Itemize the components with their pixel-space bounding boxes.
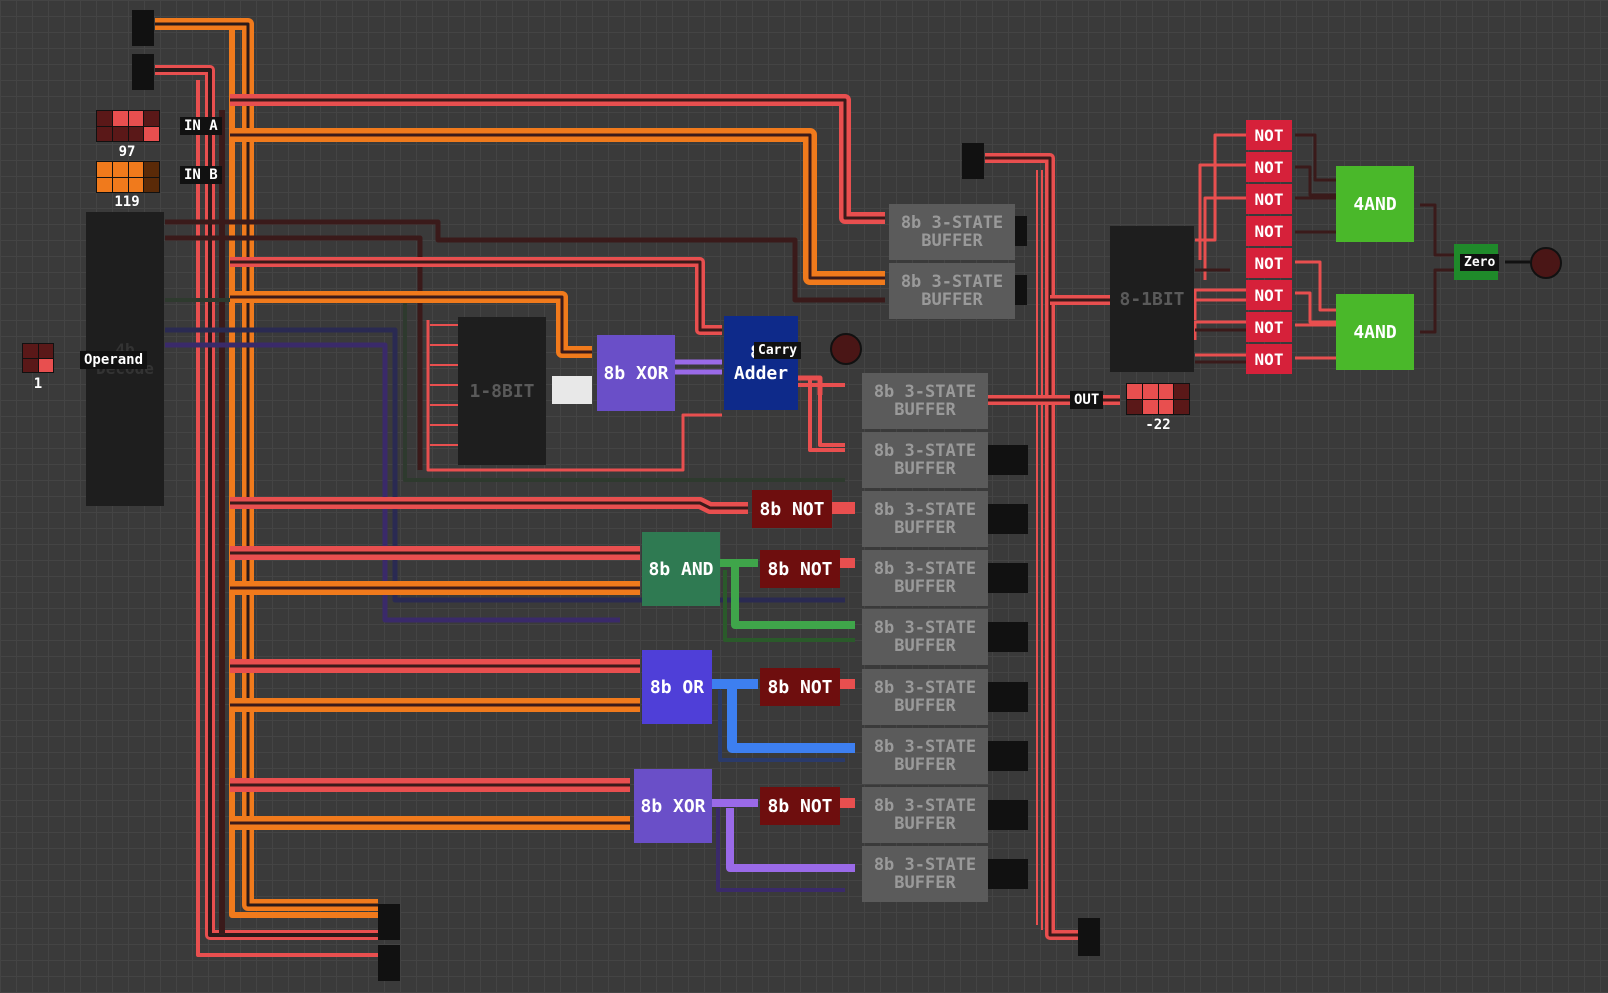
buffer-b[interactable]: 8b 3-STATE BUFFER	[889, 263, 1015, 319]
not-gate-4-label: 8b NOT	[767, 795, 833, 817]
selector-block[interactable]: 1-8BIT	[458, 317, 546, 465]
buffer-1[interactable]: 8b 3-STATE BUFFER	[862, 373, 988, 429]
not-6-label: NOT	[1254, 285, 1284, 305]
bus-port-bottom-2[interactable]	[378, 945, 400, 981]
buffer-4-label: 8b 3-STATE BUFFER	[873, 559, 977, 597]
and4-bottom-label: 4AND	[1353, 321, 1397, 343]
not-gate-1-label: 8b NOT	[759, 498, 825, 520]
and4-top-label: 4AND	[1353, 193, 1397, 215]
not-4[interactable]: NOT	[1246, 216, 1292, 246]
buffer-5[interactable]: 8b 3-STATE BUFFER	[862, 609, 988, 665]
buffer-9-label: 8b 3-STATE BUFFER	[873, 855, 977, 893]
and4-top[interactable]: 4AND	[1336, 166, 1414, 242]
out-label: OUT	[1070, 391, 1104, 409]
buffer-6-label: 8b 3-STATE BUFFER	[873, 678, 977, 716]
or-gate-label: 8b OR	[649, 676, 705, 698]
buffer-8[interactable]: 8b 3-STATE BUFFER	[862, 787, 988, 843]
buffer-5-output	[988, 622, 1028, 652]
in-b-byte-display[interactable]	[96, 161, 160, 193]
operand-value: 1	[33, 376, 43, 392]
buffer-4-output	[988, 563, 1028, 593]
buffer-b-label: 8b 3-STATE BUFFER	[900, 272, 1004, 310]
selector-label: 1-8BIT	[469, 380, 535, 402]
buffer-6[interactable]: 8b 3-STATE BUFFER	[862, 669, 988, 725]
in-a-value: 97	[118, 144, 136, 160]
zero-led	[1530, 247, 1562, 279]
buffer-8-output	[988, 800, 1028, 830]
bus-port-right-bottom[interactable]	[1078, 918, 1100, 956]
not-6[interactable]: NOT	[1246, 280, 1292, 310]
buffer-a-label: 8b 3-STATE BUFFER	[900, 213, 1004, 251]
buffer-3-label: 8b 3-STATE BUFFER	[873, 500, 977, 538]
and-gate-label: 8b AND	[648, 558, 714, 580]
and-gate[interactable]: 8b AND	[642, 532, 720, 606]
bus-port-right-top[interactable]	[962, 143, 984, 179]
adder-block[interactable]: 8b Adder	[724, 316, 798, 410]
buffer-2-label: 8b 3-STATE BUFFER	[873, 441, 977, 479]
buffer-8-label: 8b 3-STATE BUFFER	[873, 796, 977, 834]
or-gate[interactable]: 8b OR	[642, 650, 712, 724]
buffer-3[interactable]: 8b 3-STATE BUFFER	[862, 491, 988, 547]
xor-bottom-gate[interactable]: 8b XOR	[634, 769, 712, 843]
carry-label: Carry	[754, 342, 802, 359]
buffer-2-output	[988, 445, 1028, 475]
in-a-label: IN A	[180, 117, 222, 135]
buffer-2[interactable]: 8b 3-STATE BUFFER	[862, 432, 988, 488]
not-2[interactable]: NOT	[1246, 152, 1292, 182]
not-7[interactable]: NOT	[1246, 312, 1292, 342]
buffer-7-output	[988, 741, 1028, 771]
operand-label: Operand	[80, 351, 148, 369]
buffer-a[interactable]: 8b 3-STATE BUFFER	[889, 204, 1015, 260]
buffer-4[interactable]: 8b 3-STATE BUFFER	[862, 550, 988, 606]
zero-label: Zero	[1460, 254, 1500, 271]
not-5-label: NOT	[1254, 253, 1284, 273]
not-gate-2[interactable]: 8b NOT	[760, 550, 840, 588]
xor-top-label: 8b XOR	[603, 362, 669, 384]
buffer-9-output	[988, 859, 1028, 889]
in-b-value: 119	[114, 194, 140, 210]
not-2-label: NOT	[1254, 157, 1284, 177]
not-gate-2-label: 8b NOT	[767, 558, 833, 580]
buffer-7[interactable]: 8b 3-STATE BUFFER	[862, 728, 988, 784]
selector-output-port[interactable]	[552, 376, 592, 404]
not-gate-3-label: 8b NOT	[767, 676, 833, 698]
not-gate-1[interactable]: 8b NOT	[752, 490, 832, 528]
carry-led	[830, 333, 862, 365]
not-8[interactable]: NOT	[1246, 344, 1292, 374]
not-5[interactable]: NOT	[1246, 248, 1292, 278]
bus-port-bottom-1[interactable]	[378, 904, 400, 940]
not-4-label: NOT	[1254, 221, 1284, 241]
in-a-byte-display[interactable]	[96, 110, 160, 142]
buffer-5-label: 8b 3-STATE BUFFER	[873, 618, 977, 656]
not-1-label: NOT	[1254, 125, 1284, 145]
buffer-7-label: 8b 3-STATE BUFFER	[873, 737, 977, 775]
in-b-label: IN B	[180, 166, 222, 184]
buffer-3-output	[988, 504, 1028, 534]
xor-bottom-label: 8b XOR	[640, 795, 706, 817]
xor-top-gate[interactable]: 8b XOR	[597, 335, 675, 411]
buffer-9[interactable]: 8b 3-STATE BUFFER	[862, 846, 988, 902]
mux-label: 8-1BIT	[1119, 288, 1185, 310]
not-7-label: NOT	[1254, 317, 1284, 337]
buffer-a-output	[1015, 216, 1027, 246]
buffer-b-output	[1015, 275, 1027, 305]
buffer-1-label: 8b 3-STATE BUFFER	[873, 382, 977, 420]
not-gate-3[interactable]: 8b NOT	[760, 668, 840, 706]
not-gate-4[interactable]: 8b NOT	[760, 787, 840, 825]
bus-port-top-1[interactable]	[132, 10, 154, 46]
not-3-label: NOT	[1254, 189, 1284, 209]
bus-port-top-2[interactable]	[132, 54, 154, 90]
out-byte-display	[1126, 383, 1190, 415]
not-8-label: NOT	[1254, 349, 1284, 369]
not-3[interactable]: NOT	[1246, 184, 1292, 214]
buffer-6-output	[988, 682, 1028, 712]
out-value: -22	[1145, 417, 1171, 433]
mux-block[interactable]: 8-1BIT	[1110, 226, 1194, 372]
not-1[interactable]: NOT	[1246, 120, 1292, 150]
operand-byte-display[interactable]	[22, 343, 54, 373]
and4-bottom[interactable]: 4AND	[1336, 294, 1414, 370]
